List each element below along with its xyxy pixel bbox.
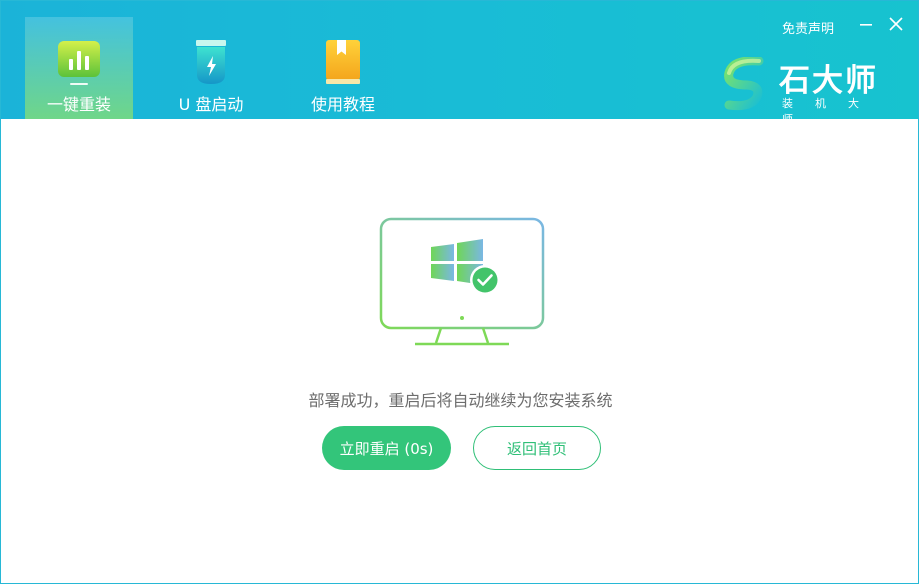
nav-label-usb-boot: U 盘启动 [178, 95, 244, 114]
restart-now-button[interactable]: 立即重启 (0s) [322, 426, 451, 470]
usb-flash-icon [196, 40, 226, 84]
monitor-windows-check-icon [379, 217, 545, 346]
bar-chart-icon [58, 41, 100, 85]
nav-item-tutorial[interactable]: 使用教程 [289, 17, 397, 119]
minimize-icon[interactable] [855, 13, 877, 35]
brand-name: 石大师 [779, 63, 878, 99]
close-icon[interactable] [885, 13, 907, 35]
nav-label-tutorial: 使用教程 [310, 95, 375, 114]
logo-mark-icon [724, 57, 764, 111]
brand-subtitle: 装机大师 [782, 97, 881, 126]
nav-label-one-click-reinstall: 一键重装 [46, 95, 111, 114]
nav-item-one-click-reinstall[interactable]: 一键重装 [25, 17, 133, 119]
main-nav: 一键重装 U 盘启动 使用教程 [25, 17, 421, 119]
return-home-button[interactable]: 返回首页 [473, 426, 601, 470]
disclaimer-link[interactable]: 免责声明 [782, 18, 834, 37]
nav-item-usb-boot[interactable]: U 盘启动 [157, 17, 265, 119]
brand-logo: 石大师 装机大师 [721, 53, 891, 126]
book-icon [326, 40, 360, 84]
app-window: 一键重装 U 盘启动 使用教程 免责声明 石大师 装机大师 部署成功，重启后将自… [0, 0, 919, 584]
status-message: 部署成功，重启后将自动继续为您安装系统 [308, 391, 613, 410]
header-bar: 一键重装 U 盘启动 使用教程 免责声明 石大师 装机大师 [1, 1, 918, 126]
